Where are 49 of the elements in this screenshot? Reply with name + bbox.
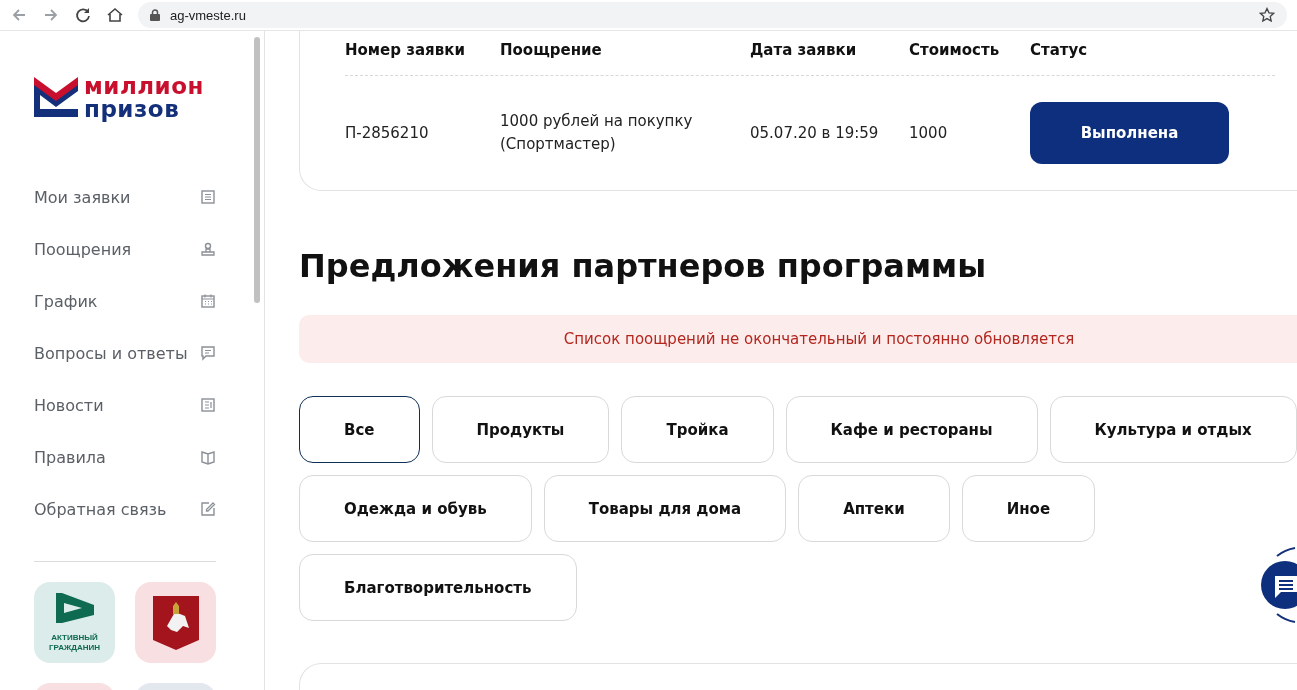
filter-chip[interactable]: Продукты (431, 396, 610, 463)
column-header: Дата заявки (750, 41, 858, 59)
app-tile[interactable]: АКТИВНЫЙ ГРАЖДАНИН (34, 582, 115, 663)
address-bar[interactable]: ag-vmeste.ru (138, 2, 1287, 28)
sidebar-item[interactable]: Поощрения (34, 223, 216, 275)
home-icon[interactable] (106, 6, 124, 24)
filter-chip[interactable]: Культура и отдых (1049, 396, 1297, 463)
sidebar-item[interactable]: Обратная связь (34, 483, 216, 535)
sidebar-item[interactable]: Вопросы и ответы (34, 327, 216, 379)
reload-icon[interactable] (74, 6, 92, 24)
filter-chip[interactable]: Кафе и рестораны (785, 396, 1038, 463)
filter-chip[interactable]: Товары для дома (543, 475, 787, 542)
filter-chip[interactable]: Одежда и обувь (299, 475, 532, 542)
newspaper-icon (200, 397, 216, 413)
chat-icon (200, 345, 216, 361)
filter-chip[interactable]: Иное (961, 475, 1096, 542)
app-tile[interactable] (135, 582, 216, 663)
column-header: Номер заявки (345, 41, 466, 59)
column-header: Стоимость (909, 41, 1001, 59)
logo-text: призов (84, 98, 181, 121)
sidebar-item[interactable]: Правила (34, 431, 216, 483)
scrollbar[interactable] (254, 37, 260, 303)
section-title: Предложения партнеров программы (299, 247, 988, 285)
sidebar-item[interactable]: Мои заявки (34, 171, 216, 223)
logo-icon (34, 77, 78, 119)
app-caption: АКТИВНЫЙ ГРАЖДАНИН (48, 632, 101, 653)
address-text: ag-vmeste.ru (170, 7, 247, 23)
calendar-icon (200, 293, 216, 309)
document-icon (200, 189, 216, 205)
filter-chip[interactable]: Тройка (621, 396, 774, 463)
lock-icon (150, 9, 160, 21)
filter-chip[interactable]: Аптеки (798, 475, 950, 542)
coat-of-arms-icon (152, 595, 199, 650)
filter-chip[interactable]: Все (299, 396, 420, 463)
column-header: Поощрение (500, 41, 603, 59)
sidebar-item[interactable]: График (34, 275, 216, 327)
column-header: Статус (1030, 41, 1089, 59)
edit-icon (200, 501, 216, 517)
table-cell-text: П-2856210 (345, 122, 430, 144)
star-icon[interactable] (1259, 7, 1275, 23)
logo-text: миллион (84, 75, 204, 98)
table-cell-text: 1000 рублей на покупку (Спортмастер) (500, 111, 694, 155)
status-button[interactable]: Выполнена (1030, 102, 1229, 164)
notice-banner: Список поощрений не окончательный и постоянно обновляется (299, 315, 1297, 363)
filter-chip[interactable]: Благотворительность (299, 554, 577, 621)
table-cell-text: 1000 (909, 122, 949, 144)
sidebar-item[interactable]: Новости (34, 379, 216, 431)
book-icon (200, 449, 216, 465)
table-cell-text: 05.07.20 в 19:59 (750, 122, 880, 144)
